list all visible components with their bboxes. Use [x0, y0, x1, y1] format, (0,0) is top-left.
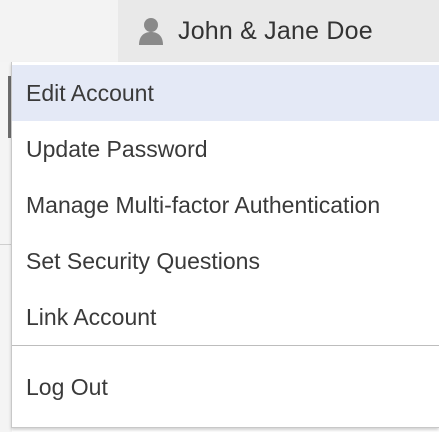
top-bar-left-area	[0, 0, 118, 62]
menu-item-label: Edit Account	[26, 79, 154, 106]
person-icon	[136, 16, 166, 46]
menu-divider	[12, 345, 439, 346]
menu-item-label: Update Password	[26, 135, 208, 162]
menu-item-manage-mfa[interactable]: Manage Multi-factor Authentication	[12, 177, 439, 233]
menu-item-link-account[interactable]: Link Account	[12, 289, 439, 345]
menu-item-set-security-questions[interactable]: Set Security Questions	[12, 233, 439, 289]
menu-item-edit-account[interactable]: Edit Account	[12, 65, 439, 121]
user-account-button[interactable]: John & Jane Doe	[118, 0, 439, 62]
menu-item-label: Manage Multi-factor Authentication	[26, 191, 381, 218]
account-dropdown-menu: Edit Account Update Password Manage Mult…	[11, 62, 439, 428]
menu-item-label: Log Out	[26, 373, 108, 400]
menu-item-label: Link Account	[26, 303, 157, 330]
menu-item-update-password[interactable]: Update Password	[12, 121, 439, 177]
menu-item-log-out[interactable]: Log Out	[12, 359, 439, 415]
menu-item-label: Set Security Questions	[26, 247, 260, 274]
account-menu-screen: John & Jane Doe Edit Account Update Pass…	[0, 0, 439, 432]
user-name: John & Jane Doe	[178, 16, 373, 45]
